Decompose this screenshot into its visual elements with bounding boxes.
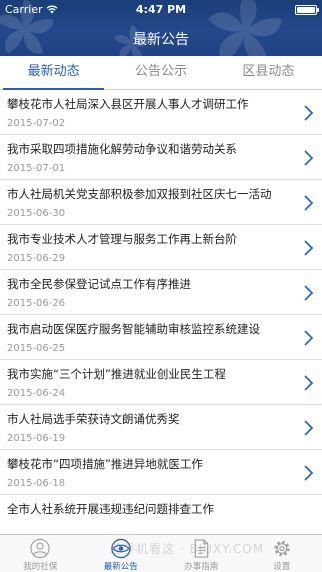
tab-district-news[interactable]: 区县动态 bbox=[215, 56, 322, 89]
list-item[interactable]: 我市启动医保医疗服务智能辅助审核监控系统建设 2015-06-25 bbox=[0, 315, 322, 360]
chevron-right-icon bbox=[304, 150, 314, 166]
battery-icon bbox=[295, 5, 319, 15]
page-title: 最新公告 bbox=[133, 32, 189, 48]
article-date: 2015-06-25 bbox=[7, 343, 66, 354]
header: Carrier 4:47 PM 最新公告 bbox=[0, 0, 322, 56]
chevron-right-icon bbox=[304, 285, 314, 301]
article-date: 2015-07-02 bbox=[7, 118, 66, 129]
status-bar: Carrier 4:47 PM bbox=[0, 0, 322, 20]
tabbar-label: 最新公告 bbox=[103, 562, 138, 572]
chevron-right-icon bbox=[304, 195, 314, 211]
status-time: 4:47 PM bbox=[135, 3, 187, 16]
tabbar-label: 设置 bbox=[273, 562, 291, 572]
list-item[interactable]: 攀枝花市“四项措施”推进异地就医工作 2015-06-18 bbox=[0, 450, 322, 495]
article-title: 我市启动医保医疗服务智能辅助审核监控系统建设 bbox=[7, 322, 260, 336]
list-item[interactable]: 攀枝花市人社局深入县区开展人事人才调研工作 2015-07-02 bbox=[0, 90, 322, 135]
tabbar-label: 办事指南 bbox=[184, 562, 219, 572]
tabbar-latest-announcements[interactable]: 最新公告 bbox=[81, 535, 162, 572]
article-title: 攀枝花市“四项措施”推进异地就医工作 bbox=[7, 457, 203, 471]
chevron-right-icon bbox=[304, 420, 314, 436]
article-date: 2015-06-26 bbox=[7, 298, 66, 309]
tab-latest-news[interactable]: 最新动态 bbox=[0, 56, 107, 90]
chevron-right-icon bbox=[304, 240, 314, 256]
list-item[interactable]: 市人社局机关党支部积极参加双报到社区庆七一活动 2015-06-30 bbox=[0, 180, 322, 225]
chevron-right-icon bbox=[304, 375, 314, 391]
article-title: 我市实施“三个计划”推进就业创业民生工程 bbox=[7, 367, 226, 381]
chevron-right-icon bbox=[304, 105, 314, 121]
article-title: 我市全民参保登记试点工作有序推进 bbox=[7, 277, 191, 291]
segment-tabs: 最新动态 公告公示 区县动态 bbox=[0, 56, 322, 90]
article-title: 市人社局选手荣获诗文朗诵优秀奖 bbox=[7, 412, 180, 426]
gear-icon bbox=[274, 540, 290, 557]
tab-announcements[interactable]: 公告公示 bbox=[107, 56, 214, 89]
tabbar-settings[interactable]: 设置 bbox=[242, 535, 322, 572]
article-date: 2015-06-30 bbox=[7, 208, 66, 219]
tabbar-my-insurance[interactable]: 我的社保 bbox=[0, 535, 81, 572]
article-date: 2015-07-01 bbox=[7, 163, 66, 174]
article-title: 市人社局机关党支部积极参加双报到社区庆七一活动 bbox=[7, 187, 272, 201]
document-icon bbox=[194, 539, 209, 558]
list-item[interactable]: 全市人社系统开展违规违纪问题排查工作 bbox=[0, 495, 322, 534]
article-date: 2015-06-29 bbox=[7, 253, 66, 264]
bottom-tab-bar: 我的社保 最新公告 办事指南 设置 bbox=[0, 534, 322, 572]
tabbar-label: 我的社保 bbox=[23, 562, 58, 572]
article-date: 2015-06-19 bbox=[7, 433, 66, 444]
tabbar-service-guide[interactable]: 办事指南 bbox=[161, 535, 242, 572]
article-title: 全市人社系统开展违规违纪问题排查工作 bbox=[7, 502, 214, 516]
article-title: 攀枝花市人社局深入县区开展人事人才调研工作 bbox=[7, 97, 249, 111]
list-item[interactable]: 我市专业技术人才管理与服务工作再上新台阶 2015-06-29 bbox=[0, 225, 322, 270]
person-icon bbox=[30, 538, 50, 559]
list-item[interactable]: 我市全民参保登记试点工作有序推进 2015-06-26 bbox=[0, 270, 322, 315]
article-list: 攀枝花市人社局深入县区开展人事人才调研工作 2015-07-02 我市采取四项措… bbox=[0, 90, 322, 534]
list-item[interactable]: 我市采取四项措施化解劳动争议和谐劳动关系 2015-07-01 bbox=[0, 135, 322, 180]
article-title: 我市专业技术人才管理与服务工作再上新台阶 bbox=[7, 232, 237, 246]
chevron-right-icon bbox=[304, 330, 314, 346]
list-item[interactable]: 我市实施“三个计划”推进就业创业民生工程 2015-06-24 bbox=[0, 360, 322, 405]
article-date: 2015-06-24 bbox=[7, 388, 66, 399]
article-title: 我市采取四项措施化解劳动争议和谐劳动关系 bbox=[7, 142, 237, 156]
chevron-right-icon bbox=[304, 465, 314, 481]
list-item[interactable]: 市人社局选手荣获诗文朗诵优秀奖 2015-06-19 bbox=[0, 405, 322, 450]
eye-icon bbox=[111, 538, 131, 559]
article-date: 2015-06-18 bbox=[7, 478, 66, 489]
